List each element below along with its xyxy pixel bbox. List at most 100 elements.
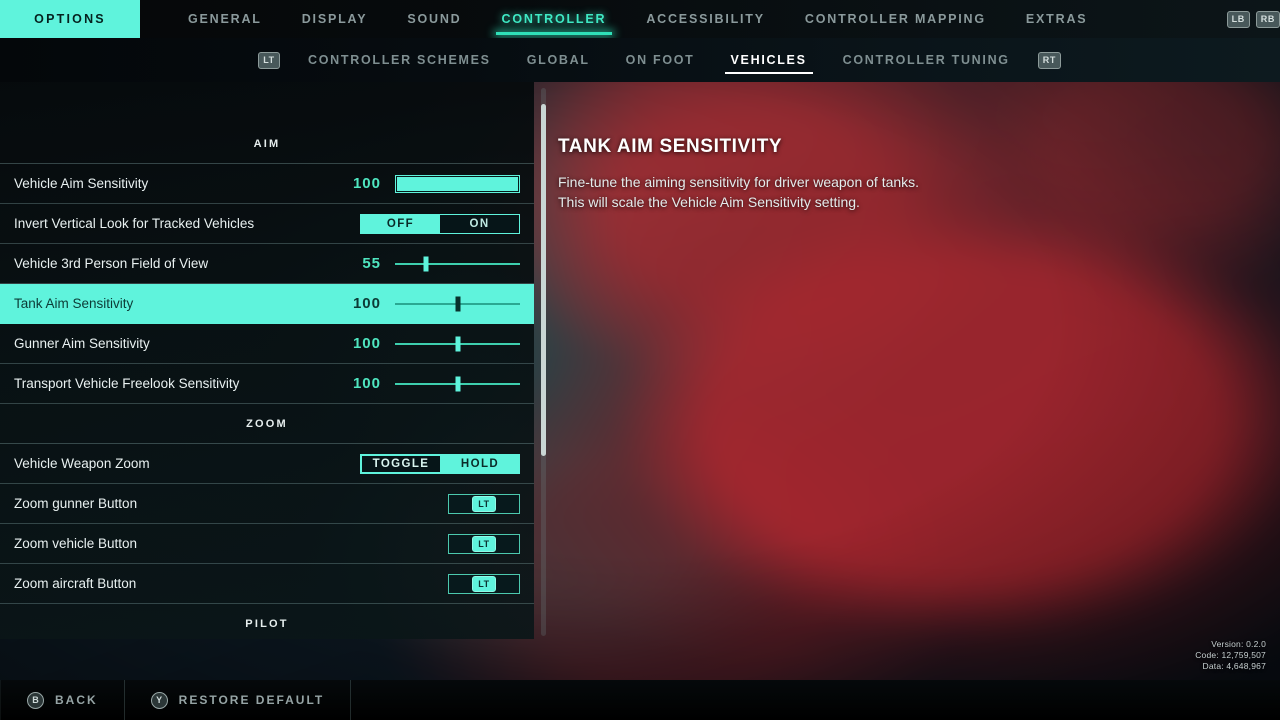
setting-label: Zoom aircraft Button <box>14 576 137 591</box>
slider-thumb[interactable] <box>423 256 429 271</box>
setting-row[interactable]: Transport Vehicle Freelook Sensitivity 10… <box>0 364 534 404</box>
settings-scrollbar-thumb[interactable] <box>541 104 546 456</box>
setting-label: Tank Aim Sensitivity <box>14 296 134 311</box>
segment-option-toggle[interactable]: TOGGLE <box>361 454 441 473</box>
sub-nav-item-controller-schemes[interactable]: CONTROLLER SCHEMES <box>290 38 509 82</box>
setting-label: Zoom gunner Button <box>14 496 138 511</box>
setting-row[interactable]: Tank Aim Sensitivity 100 <box>0 284 534 324</box>
setting-control: 100 <box>260 375 520 393</box>
key-binding-box[interactable]: LT <box>448 493 520 514</box>
bottom-actions: B BACK Y RESTORE DEFAULT <box>0 680 352 720</box>
setting-control: 55 <box>260 255 520 273</box>
top-nav-item-sound[interactable]: SOUND <box>387 0 481 38</box>
bottom-action-restore-default[interactable]: Y RESTORE DEFAULT <box>125 680 352 720</box>
setting-row[interactable]: Vehicle Aim Sensitivity 100 <box>0 164 534 204</box>
value-slider[interactable] <box>395 335 520 353</box>
setting-label: Gunner Aim Sensitivity <box>14 336 150 351</box>
setting-control: 100 <box>260 295 520 313</box>
setting-control: LT <box>260 493 520 514</box>
setting-value: 100 <box>352 295 381 312</box>
sub-nav-item-vehicles[interactable]: VEHICLES <box>713 38 825 82</box>
setting-control: 100 <box>260 335 520 353</box>
bottom-action-back[interactable]: B BACK <box>0 680 125 720</box>
value-slider[interactable] <box>395 375 520 393</box>
options-title-label: OPTIONS <box>34 12 106 26</box>
slider-track <box>395 262 520 265</box>
slider-thumb[interactable] <box>455 376 460 391</box>
setting-value: 100 <box>352 335 381 352</box>
rt-trigger-icon[interactable]: RT <box>1037 51 1061 69</box>
setting-row[interactable]: Gunner Aim Sensitivity 100 <box>0 324 534 364</box>
section-header-zoom: ZOOM <box>0 404 534 444</box>
version-info: Version: 0.2.0 Code: 12,759,507 Data: 4,… <box>1195 639 1266 672</box>
segment-option-on[interactable]: ON <box>440 214 519 233</box>
top-nav-item-controller-mapping[interactable]: CONTROLLER MAPPING <box>785 0 1006 38</box>
setting-row[interactable]: Zoom vehicle Button LT <box>0 524 534 564</box>
settings-scrollbar-track[interactable] <box>541 88 546 636</box>
settings-list-panel[interactable]: AIM Vehicle Aim Sensitivity 100 Invert Vert… <box>0 82 534 639</box>
setting-label: Vehicle Aim Sensitivity <box>14 176 149 191</box>
setting-label: Vehicle 3rd Person Field of View <box>14 256 209 271</box>
detail-panel: TANK AIM SENSITIVITY Fine-tune the aimin… <box>558 136 1198 212</box>
list-top-padding <box>0 82 534 124</box>
value-slider[interactable] <box>395 255 520 273</box>
top-nav-item-general[interactable]: GENERAL <box>168 0 282 38</box>
options-title-tab: OPTIONS <box>0 0 140 38</box>
value-bar-fill <box>397 176 518 191</box>
setting-value: 55 <box>362 255 381 272</box>
setting-row[interactable]: Zoom aircraft Button LT <box>0 564 534 604</box>
setting-row[interactable]: Zoom gunner Button LT <box>0 484 534 524</box>
detail-line: Fine-tune the aiming sensitivity for dri… <box>558 174 920 190</box>
setting-control: TOGGLE HOLD <box>260 453 520 474</box>
rb-button-icon[interactable]: RB <box>1255 10 1280 28</box>
lt-trigger-icon[interactable]: LT <box>258 51 280 69</box>
setting-control: LT <box>260 573 520 594</box>
top-nav-item-accessibility[interactable]: ACCESSIBILITY <box>626 0 785 38</box>
segmented-toggle[interactable]: OFF ON <box>360 213 520 234</box>
section-header-pilot: PILOT <box>0 604 534 639</box>
y-button-icon: Y <box>150 691 168 709</box>
setting-row[interactable]: Vehicle Weapon Zoom TOGGLE HOLD <box>0 444 534 484</box>
sub-nav-item-controller-tuning[interactable]: CONTROLLER TUNING <box>825 38 1028 82</box>
slider-thumb[interactable] <box>455 336 460 351</box>
setting-label: Vehicle Weapon Zoom <box>14 456 150 471</box>
top-nav-item-controller[interactable]: CONTROLLER <box>482 0 627 38</box>
segmented-toggle[interactable]: TOGGLE HOLD <box>360 453 520 474</box>
lb-button-icon[interactable]: LB <box>1226 10 1250 28</box>
setting-value: 100 <box>352 375 381 392</box>
top-navigation-items: GENERAL DISPLAY SOUND CONTROLLER ACCESSIBILI… <box>140 0 1215 38</box>
setting-control: 100 <box>260 174 520 193</box>
sub-navigation-items: CONTROLLER SCHEMES GLOBAL ON FOOT VEHICLES C… <box>290 38 1028 82</box>
segment-option-hold[interactable]: HOLD <box>441 454 519 473</box>
lt-button-icon: LT <box>472 535 496 552</box>
bottom-action-label: RESTORE DEFAULT <box>178 693 325 707</box>
version-line: Version: 0.2.0 <box>1211 639 1266 649</box>
lt-button-icon: LT <box>472 495 496 512</box>
sub-navigation-bar: LT CONTROLLER SCHEMES GLOBAL ON FOOT VEHICL… <box>0 38 1280 82</box>
setting-row[interactable]: Invert Vertical Look for Tracked Vehicle… <box>0 204 534 244</box>
segment-option-off[interactable]: OFF <box>361 214 440 233</box>
sub-nav-item-global[interactable]: GLOBAL <box>509 38 608 82</box>
section-header-aim: AIM <box>0 124 534 164</box>
top-nav-item-extras[interactable]: EXTRAS <box>1006 0 1108 38</box>
setting-row[interactable]: Vehicle 3rd Person Field of View 55 <box>0 244 534 284</box>
setting-value: 100 <box>352 175 381 192</box>
detail-title: TANK AIM SENSITIVITY <box>558 136 783 157</box>
value-slider[interactable] <box>395 295 520 313</box>
sub-nav-item-on-foot[interactable]: ON FOOT <box>608 38 713 82</box>
setting-control: LT <box>260 533 520 554</box>
setting-label: Zoom vehicle Button <box>14 536 138 551</box>
detail-description: Fine-tune the aiming sensitivity for dri… <box>558 172 1198 212</box>
data-line: Data: 4,648,967 <box>1202 661 1266 671</box>
setting-control: OFF ON <box>260 213 520 234</box>
options-screen: OPTIONS GENERAL DISPLAY SOUND CONTROLLER ACC… <box>0 0 1280 720</box>
value-bar[interactable] <box>395 174 520 193</box>
key-binding-box[interactable]: LT <box>448 533 520 554</box>
top-nav-item-display[interactable]: DISPLAY <box>282 0 388 38</box>
b-button-icon: B <box>27 691 44 709</box>
detail-line: This will scale the Vehicle Aim Sensitiv… <box>558 194 860 210</box>
slider-thumb[interactable] <box>455 296 460 311</box>
top-navigation-bar: OPTIONS GENERAL DISPLAY SOUND CONTROLLER ACC… <box>0 0 1280 38</box>
key-binding-box[interactable]: LT <box>448 573 520 594</box>
bottom-action-bar: B BACK Y RESTORE DEFAULT <box>0 680 1280 720</box>
